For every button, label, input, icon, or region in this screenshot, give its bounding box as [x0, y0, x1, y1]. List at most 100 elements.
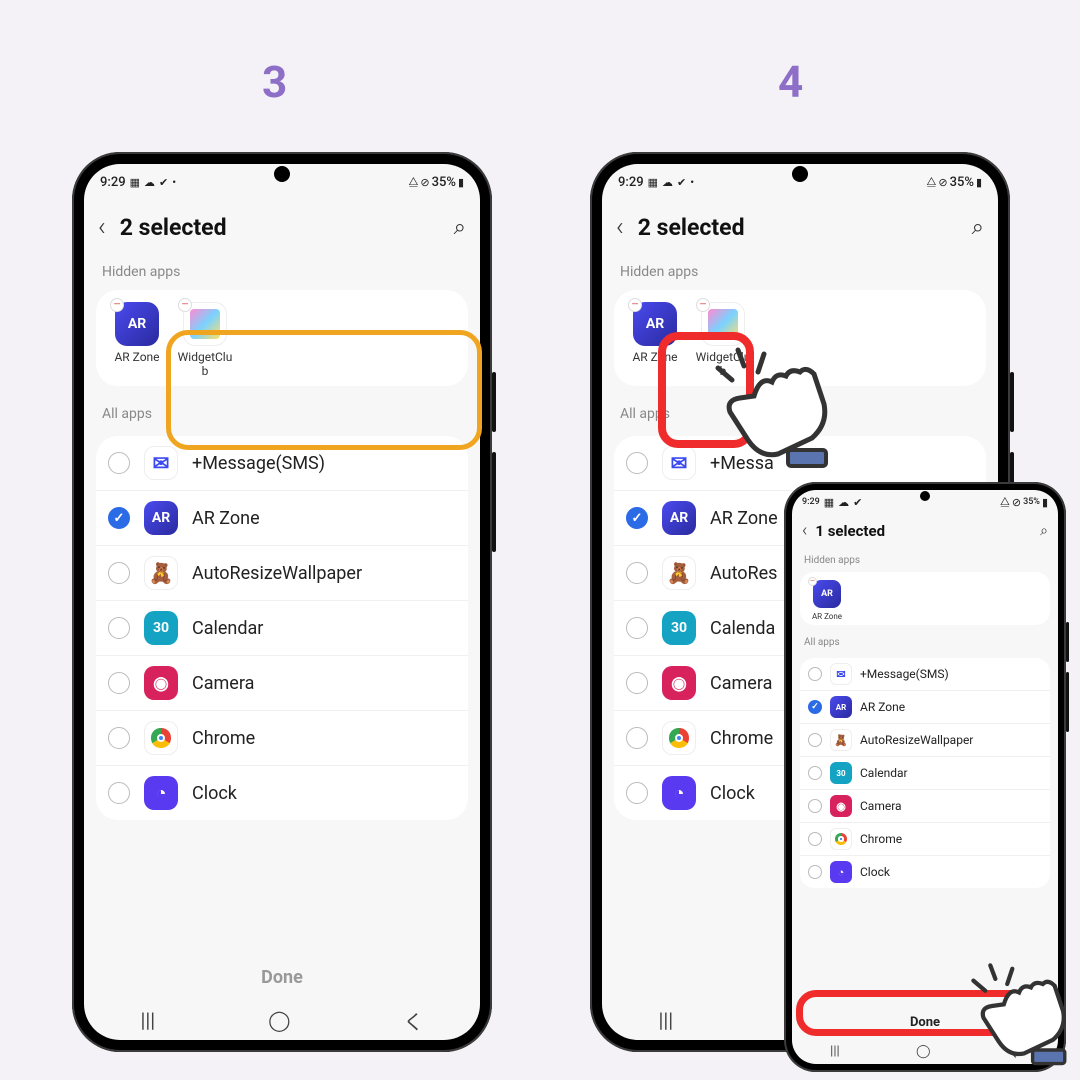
auto-icon: 🧸 [144, 556, 178, 590]
auto-icon: 🧸 [830, 729, 852, 751]
all-apps-card: ✉+Message(SMS)ARAR Zone 🧸 AutoResizeWallpa… [800, 658, 1050, 888]
home-button[interactable]: ◯ [916, 1044, 931, 1059]
back-icon[interactable]: ‹ [616, 212, 624, 242]
search-icon[interactable]: ⌕ [454, 215, 466, 240]
app-name: +Message(SMS) [860, 667, 949, 681]
checkbox[interactable] [808, 832, 822, 846]
hidden-app-arzone[interactable]: — AR AR Zone [806, 580, 848, 621]
checkbox[interactable] [626, 507, 648, 529]
header: ‹ 2 selected ⌕ [602, 200, 998, 258]
remove-icon[interactable]: — [110, 298, 124, 312]
app-name: AutoResizeWallpaper [192, 563, 362, 584]
app-row-clock[interactable]: ◔Clock [96, 766, 468, 820]
checkbox[interactable] [626, 782, 648, 804]
app-row-cam[interactable]: ◉Camera [800, 790, 1050, 823]
hidden-app-label: WidgetClub [692, 350, 754, 378]
recents-button[interactable]: ||| [140, 1008, 155, 1032]
app-row-chrome[interactable]: Chrome [800, 823, 1050, 856]
remove-icon[interactable]: — [696, 298, 710, 312]
checkbox[interactable] [808, 766, 822, 780]
checkbox[interactable] [808, 733, 822, 747]
hidden-app-arzone[interactable]: — AR AR Zone [106, 302, 168, 378]
status-time: 9:29 [802, 497, 820, 507]
app-row-ar[interactable]: ARAR Zone [96, 491, 468, 546]
back-button[interactable]: く [1007, 1042, 1020, 1061]
app-row-cal[interactable]: 30 Calendar [800, 757, 1050, 790]
checkbox[interactable] [108, 672, 130, 694]
checkbox[interactable] [626, 672, 648, 694]
app-name: Calendar [860, 766, 908, 780]
battery-icon: ▮ [458, 176, 464, 189]
ar-icon: AR [830, 696, 852, 718]
hidden-app-arzone[interactable]: — AR AR Zone [624, 302, 686, 378]
remove-icon[interactable]: — [808, 577, 817, 586]
hidden-app-widgetclub[interactable]: — WidgetClub [174, 302, 236, 378]
checkbox[interactable] [626, 727, 648, 749]
search-icon[interactable]: ⌕ [972, 215, 984, 240]
app-name: Camera [710, 673, 772, 694]
app-name: AR Zone [710, 508, 778, 529]
back-button[interactable]: く [404, 1006, 424, 1035]
checkbox[interactable] [808, 700, 822, 714]
status-time: 9:29 [618, 175, 644, 190]
app-row-clock[interactable]: ◔ Clock [800, 856, 1050, 888]
all-apps-label: All apps [614, 400, 986, 432]
checkbox[interactable] [108, 452, 130, 474]
auto-icon: 🧸 [662, 556, 696, 590]
checkbox[interactable] [808, 865, 822, 879]
image-icon: ▦ [648, 176, 658, 189]
cal-icon: 30 [144, 611, 178, 645]
page-title: 2 selected [120, 214, 440, 241]
app-row-auto[interactable]: 🧸 AutoResizeWallpaper [96, 546, 468, 601]
cloud-icon: ☁ [144, 176, 155, 189]
cal-icon: 30 [830, 762, 852, 784]
checkbox[interactable] [108, 617, 130, 639]
checkbox[interactable] [626, 452, 648, 474]
app-row-cal[interactable]: 30Calendar [96, 601, 468, 656]
hidden-apps-card: — AR AR Zone — WidgetClub [614, 290, 986, 386]
app-name: +Messa [710, 453, 774, 474]
app-row-msg[interactable]: ✉+Message(SMS) [96, 436, 468, 491]
app-row-ar[interactable]: ARAR Zone [800, 691, 1050, 724]
hidden-app-label: AR Zone [624, 350, 686, 364]
recents-button[interactable]: ||| [658, 1008, 673, 1032]
app-name: AutoResizeWallpaper [860, 733, 973, 747]
msg-icon: ✉ [144, 446, 178, 480]
clock-icon: ◔ [662, 776, 696, 810]
checkbox[interactable] [808, 667, 822, 681]
wifi-icon: ⧋ [927, 175, 937, 189]
hidden-app-widgetclub[interactable]: — WidgetClub [692, 302, 754, 378]
done-button[interactable]: Done [792, 1003, 1058, 1038]
app-name: Chrome [192, 728, 255, 749]
back-icon[interactable]: ‹ [98, 212, 106, 242]
app-row-cam[interactable]: ◉Camera [96, 656, 468, 711]
app-row-chrome[interactable]: Chrome [96, 711, 468, 766]
checkbox[interactable] [108, 782, 130, 804]
hidden-apps-label: Hidden apps [800, 551, 1050, 572]
app-name: Chrome [710, 728, 773, 749]
checkbox[interactable] [108, 507, 130, 529]
phone-frame-3: 9:29 ▦ ☁ ✔ • ⧋ ⊘ 35% ▮ ‹ 2 selected ⌕ Hi… [72, 152, 492, 1052]
checkbox[interactable] [626, 562, 648, 584]
app-name: Camera [192, 673, 254, 694]
app-row-auto[interactable]: 🧸 AutoResizeWallpaper [800, 724, 1050, 757]
hidden-apps-label: Hidden apps [614, 258, 986, 290]
checkbox[interactable] [808, 799, 822, 813]
chrome-icon [144, 721, 178, 755]
checkbox[interactable] [108, 727, 130, 749]
done-button[interactable]: Done [84, 949, 480, 1000]
remove-icon[interactable]: — [178, 298, 192, 312]
checkbox[interactable] [626, 617, 648, 639]
no-data-icon: ⊘ [1012, 496, 1021, 509]
checkbox[interactable] [108, 562, 130, 584]
hidden-apps-card: — AR AR Zone [800, 572, 1050, 625]
check-icon: ✔ [853, 496, 862, 509]
search-icon[interactable]: ⌕ [1040, 523, 1048, 539]
back-icon[interactable]: ‹ [802, 520, 807, 541]
home-button[interactable]: ◯ [268, 1008, 290, 1032]
remove-icon[interactable]: — [628, 298, 642, 312]
clock-icon: ◔ [830, 861, 852, 883]
app-row-msg[interactable]: ✉+Message(SMS) [800, 658, 1050, 691]
recents-button[interactable]: ||| [830, 1044, 840, 1059]
app-name: Clock [860, 865, 890, 879]
